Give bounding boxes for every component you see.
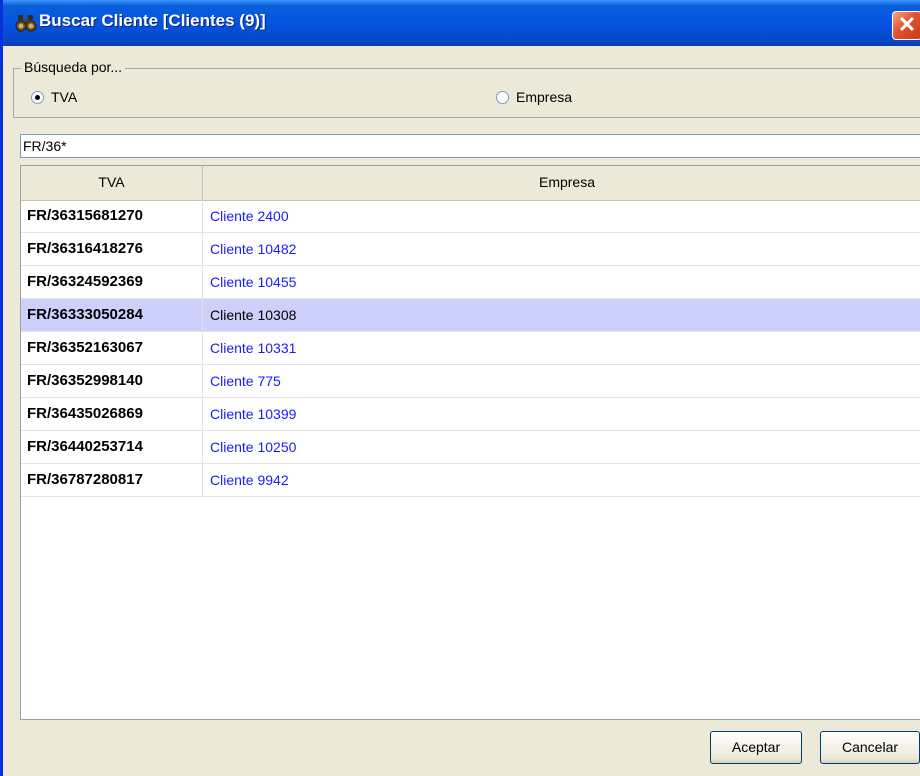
empresa-cell: Cliente 10455: [210, 274, 297, 290]
empresa-cell: Cliente 10250: [210, 439, 297, 455]
tva-cell: FR/36440253714: [21, 431, 203, 463]
column-header-tva[interactable]: TVA: [21, 166, 203, 200]
close-icon: ✕: [897, 12, 917, 37]
table-row[interactable]: FR/36352163067 Cliente 10331: [21, 332, 920, 365]
empresa-cell: Cliente 10308: [210, 307, 297, 323]
tva-cell: FR/36333050284: [21, 299, 203, 331]
cancel-button[interactable]: Cancelar: [820, 731, 920, 764]
tva-cell: FR/36435026869: [21, 398, 203, 430]
accept-button[interactable]: Aceptar: [710, 731, 802, 764]
title-bar[interactable]: Buscar Cliente [Clientes (9)] ✕: [3, 0, 920, 46]
table-row[interactable]: FR/36316418276 Cliente 10482: [21, 233, 920, 266]
results-grid[interactable]: TVA Empresa FR/36315681270 Cliente 2400 …: [20, 165, 920, 720]
empresa-cell: Cliente 9942: [210, 472, 289, 488]
search-by-legend: Búsqueda por...: [21, 59, 126, 75]
table-row-selected[interactable]: FR/36333050284 Cliente 10308: [21, 299, 920, 332]
empresa-cell: Cliente 775: [210, 373, 281, 389]
radio-tva-label[interactable]: TVA: [51, 89, 77, 105]
tva-cell: FR/36316418276: [21, 233, 203, 265]
table-row[interactable]: FR/36324592369 Cliente 10455: [21, 266, 920, 299]
search-client-dialog: Buscar Cliente [Clientes (9)] ✕ Búsqueda…: [0, 0, 920, 776]
tva-cell: FR/36352998140: [21, 365, 203, 397]
tva-cell: FR/36352163067: [21, 332, 203, 364]
tva-cell: FR/36787280817: [21, 464, 203, 496]
empresa-cell: Cliente 2400: [210, 208, 289, 224]
close-button[interactable]: ✕: [892, 11, 920, 40]
table-row[interactable]: FR/36787280817 Cliente 9942: [21, 464, 920, 497]
tva-cell: FR/36315681270: [21, 200, 203, 232]
radio-empresa-label[interactable]: Empresa: [516, 89, 572, 105]
table-row[interactable]: FR/36315681270 Cliente 2400: [21, 200, 920, 233]
empresa-cell: Cliente 10331: [210, 340, 297, 356]
table-row[interactable]: FR/36435026869 Cliente 10399: [21, 398, 920, 431]
radio-empresa[interactable]: [496, 91, 509, 104]
binoculars-icon: [15, 13, 37, 33]
radio-tva[interactable]: [31, 91, 44, 104]
empresa-cell: Cliente 10399: [210, 406, 297, 422]
search-by-group: [13, 68, 920, 118]
empresa-cell: Cliente 10482: [210, 241, 297, 257]
column-header-empresa[interactable]: Empresa: [203, 166, 920, 200]
tva-cell: FR/36324592369: [21, 266, 203, 298]
table-row[interactable]: FR/36440253714 Cliente 10250: [21, 431, 920, 464]
grid-header: TVA Empresa: [21, 166, 920, 201]
table-row[interactable]: FR/36352998140 Cliente 775: [21, 365, 920, 398]
search-input[interactable]: [20, 134, 920, 158]
window-title: Buscar Cliente [Clientes (9)]: [39, 11, 266, 30]
